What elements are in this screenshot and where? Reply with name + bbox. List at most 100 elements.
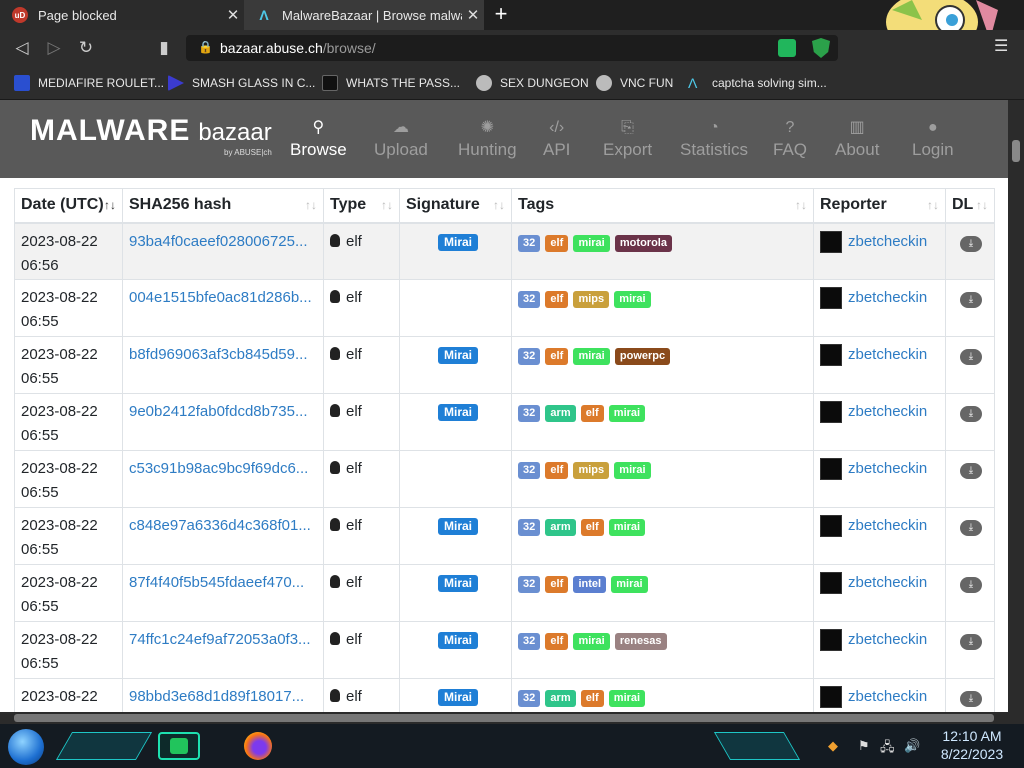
signature-badge[interactable]: Mirai: [438, 233, 479, 251]
flag-icon[interactable]: ⚑: [858, 738, 870, 754]
tag-badge[interactable]: elf: [545, 291, 569, 308]
tag-badge[interactable]: powerpc: [614, 348, 671, 365]
download-icon[interactable]: ⤓: [960, 406, 982, 422]
bookmark-item[interactable]: Λcaptcha solving sim...: [688, 73, 827, 93]
start-button[interactable]: [8, 729, 44, 765]
hash-link[interactable]: 87f4f40f5b545fdaeef470...: [129, 571, 317, 595]
bookmark-item[interactable]: VNC FUN: [596, 73, 673, 93]
nav-upload[interactable]: ☁ Upload: [374, 118, 428, 160]
taskbar-app-notes[interactable]: [158, 732, 200, 760]
tag-badge[interactable]: 32: [518, 291, 541, 308]
tag-badge[interactable]: elf: [545, 348, 569, 365]
nav-faq[interactable]: ? FAQ: [773, 118, 807, 160]
hash-link[interactable]: 93ba4f0caeef028006725...: [129, 230, 317, 254]
reporter-link[interactable]: zbetcheckin: [848, 400, 927, 424]
tag-badge[interactable]: arm: [545, 519, 576, 536]
column-header[interactable]: Reporter ↑↓: [813, 188, 946, 224]
tag-badge[interactable]: 32: [518, 576, 541, 593]
nav-hunting[interactable]: ✺ Hunting: [458, 118, 517, 160]
tag-badge[interactable]: elf: [580, 690, 604, 707]
hash-link[interactable]: 9e0b2412fab0fdcd8b735...: [129, 400, 317, 424]
tag-badge[interactable]: 32: [518, 462, 541, 479]
tag-badge[interactable]: 32: [518, 633, 541, 650]
tag-badge[interactable]: intel: [573, 576, 607, 593]
column-header[interactable]: Date (UTC) ↑↓: [14, 188, 123, 224]
tag-badge[interactable]: elf: [545, 576, 569, 593]
tab-malwarebazaar[interactable]: Λ MalwareBazaar | Browse malware s ✕: [244, 0, 484, 30]
reporter-link[interactable]: zbetcheckin: [848, 628, 927, 652]
tag-badge[interactable]: elf: [545, 462, 569, 479]
extension-icon[interactable]: [778, 39, 796, 57]
vertical-scrollbar[interactable]: [1008, 100, 1024, 712]
tag-badge[interactable]: 32: [518, 234, 541, 252]
download-icon[interactable]: ⤓: [960, 349, 982, 365]
tag-badge[interactable]: renesas: [614, 633, 667, 650]
tag-badge[interactable]: arm: [545, 690, 576, 707]
address-bar[interactable]: 🔒 bazaar.abuse.ch/browse/: [186, 35, 838, 61]
hash-link[interactable]: c53c91b98ac9bc9f69dc6...: [129, 457, 317, 481]
tag-badge[interactable]: mirai: [614, 291, 651, 308]
tab-page-blocked[interactable]: uD Page blocked ✕: [0, 0, 244, 30]
reporter-link[interactable]: zbetcheckin: [848, 685, 927, 709]
nav-api[interactable]: ‹/› API: [543, 118, 570, 160]
tag-badge[interactable]: mirai: [608, 519, 646, 536]
column-header[interactable]: DL ↑↓: [945, 188, 995, 224]
hash-link[interactable]: c848e97a6336d4c368f01...: [129, 514, 317, 538]
close-icon[interactable]: ✕: [222, 6, 244, 24]
tag-badge[interactable]: arm: [545, 405, 576, 422]
tag-badge[interactable]: elf: [580, 405, 604, 422]
tag-badge[interactable]: mirai: [608, 690, 646, 707]
download-icon[interactable]: ⤓: [960, 634, 982, 650]
tag-badge[interactable]: mirai: [573, 348, 610, 365]
column-header[interactable]: Tags ↑↓: [511, 188, 814, 224]
site-logo[interactable]: MALWARE bazaar: [30, 114, 272, 148]
tag-badge[interactable]: 32: [518, 348, 541, 365]
tag-badge[interactable]: mirai: [611, 576, 648, 593]
bookmark-icon[interactable]: ▮: [152, 36, 176, 60]
nav-export[interactable]: ⎘ Export: [603, 118, 652, 160]
tag-badge[interactable]: mirai: [614, 462, 651, 479]
hash-link[interactable]: 004e1515bfe0ac81d286b...: [129, 286, 317, 310]
nav-login[interactable]: ● Login: [912, 118, 954, 160]
volume-icon[interactable]: 🔊: [904, 738, 920, 754]
tag-badge[interactable]: mips: [573, 462, 610, 479]
new-tab-button[interactable]: +: [489, 3, 513, 27]
reporter-link[interactable]: zbetcheckin: [848, 230, 927, 254]
system-clock[interactable]: 12:10 AM 8/22/2023: [930, 727, 1014, 763]
hash-link[interactable]: b8fd969063af3cb845d59...: [129, 343, 317, 367]
firefox-icon[interactable]: [244, 732, 272, 760]
hash-link[interactable]: 74ffc1c24ef9af72053a0f3...: [129, 628, 317, 652]
reporter-link[interactable]: zbetcheckin: [848, 286, 927, 310]
menu-icon[interactable]: ☰: [994, 36, 1008, 56]
nav-about[interactable]: ▥ About: [835, 118, 879, 160]
signature-badge[interactable]: Mirai: [438, 632, 479, 649]
signature-badge[interactable]: Mirai: [438, 518, 479, 535]
signature-badge[interactable]: Mirai: [438, 347, 479, 364]
download-icon[interactable]: ⤓: [960, 292, 982, 308]
horizontal-scrollbar[interactable]: [0, 712, 1024, 724]
tag-badge[interactable]: mirai: [608, 405, 646, 422]
nav-browse[interactable]: ⚲ Browse: [290, 118, 347, 160]
reporter-link[interactable]: zbetcheckin: [848, 514, 927, 538]
download-icon[interactable]: ⤓: [960, 235, 982, 252]
signature-badge[interactable]: Mirai: [438, 689, 479, 706]
download-icon[interactable]: ⤓: [960, 577, 982, 593]
tag-badge[interactable]: motorola: [614, 234, 672, 252]
reporter-link[interactable]: zbetcheckin: [848, 343, 927, 367]
bookmark-item[interactable]: SEX DUNGEON: [476, 73, 589, 93]
column-header[interactable]: Signature ↑↓: [399, 188, 512, 224]
tag-badge[interactable]: mips: [573, 291, 610, 308]
signature-badge[interactable]: Mirai: [438, 575, 479, 592]
column-header[interactable]: Type ↑↓: [323, 188, 400, 224]
download-icon[interactable]: ⤓: [960, 463, 982, 479]
reload-icon[interactable]: ↻: [74, 36, 98, 60]
hash-link[interactable]: 98bbd3e68d1d89f18017...: [129, 685, 317, 709]
tag-badge[interactable]: elf: [580, 519, 604, 536]
bookmark-item[interactable]: WHATS THE PASS...: [322, 73, 460, 93]
column-header[interactable]: SHA256 hash ↑↓: [122, 188, 324, 224]
reporter-link[interactable]: zbetcheckin: [848, 457, 927, 481]
shield-icon[interactable]: [812, 38, 830, 58]
back-icon[interactable]: ◁: [10, 36, 34, 60]
close-icon[interactable]: ✕: [462, 6, 484, 24]
bookmark-item[interactable]: SMASH GLASS IN C...: [168, 73, 315, 93]
